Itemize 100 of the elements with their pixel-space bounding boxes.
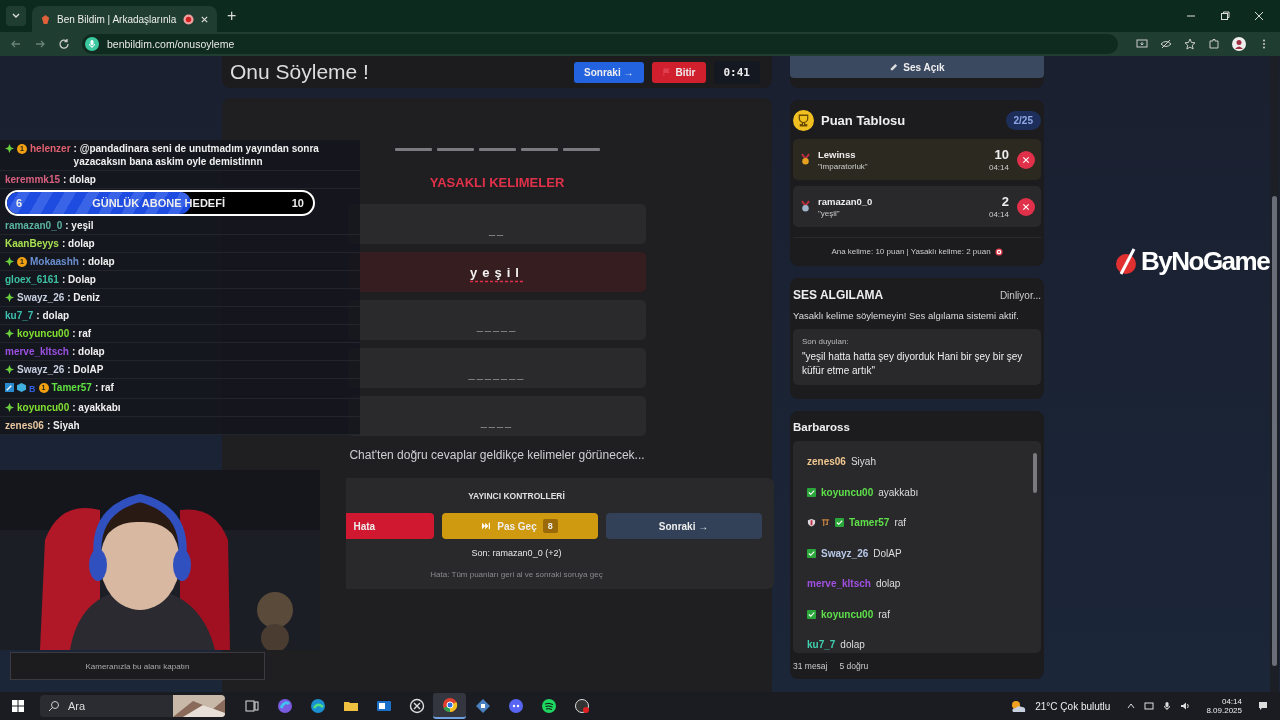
heard-label: Son duyulan: — [802, 337, 850, 346]
speaker-icon[interactable] — [1180, 701, 1191, 711]
chat-message: : yeşil — [65, 219, 95, 232]
finish-button[interactable]: Bitir — [651, 61, 706, 83]
address-field[interactable]: benbildim.com/onusoyleme — [82, 34, 1118, 54]
chat-username: KaanBeyys — [5, 237, 59, 250]
next-button[interactable]: Sonraki → — [605, 513, 762, 539]
chat-username: Swayz_26 — [17, 291, 65, 304]
skip-button[interactable]: Pas Geç 8 — [441, 513, 598, 539]
eye-off-icon[interactable] — [1160, 38, 1172, 50]
chat-username: merve_kltsch — [807, 578, 871, 589]
diamond-badge-icon — [5, 293, 14, 302]
cube-icon — [17, 383, 26, 392]
diamond-icon — [474, 698, 491, 714]
chat-message: : raf — [94, 381, 115, 394]
chat-message: dolap — [875, 578, 901, 589]
chat-message: : Dolap — [61, 273, 97, 286]
search-icon — [48, 700, 60, 712]
chat-message: : dolap — [36, 309, 71, 322]
chat-message: dolap — [840, 639, 865, 650]
sound-button[interactable]: Ses Açık — [790, 56, 1044, 78]
music-icon — [540, 698, 557, 714]
chat-username: helenzer — [30, 142, 71, 155]
start-icon[interactable] — [12, 700, 24, 712]
player-name: ramazan0_0 — [818, 195, 874, 207]
page-title: Onu Söyleme ! — [230, 60, 369, 84]
shield-icon — [807, 518, 816, 527]
clock-date: 8.09.2025 — [1206, 706, 1242, 715]
browser-tab[interactable]: Ben Bildim | Arkadaşlarınla — [32, 6, 217, 32]
goal-start: 6 — [16, 197, 23, 209]
controls-note: Hata: Tüm puanları geri al ve sonraki soruya geç — [430, 570, 603, 579]
diamond-badge-icon — [5, 257, 14, 266]
globe-icon — [309, 698, 326, 714]
player-name: Lewinss — [818, 148, 857, 160]
chat-username: zenes06 — [807, 456, 846, 467]
remove-button[interactable] — [1017, 197, 1035, 216]
time-text: 04:14 — [988, 210, 1009, 219]
favicon-icon — [40, 13, 51, 25]
time-text: 04:14 — [988, 163, 1009, 172]
goal-end: 10 — [291, 197, 304, 209]
last-score-text: Son: ramazan0_0 (+2) — [471, 548, 562, 558]
search-field[interactable]: Ara — [40, 695, 225, 717]
chevron-up-icon[interactable] — [1126, 701, 1137, 711]
chat-username: koyuncu00 — [821, 608, 874, 620]
next-button[interactable]: Sonraki → — [574, 61, 644, 83]
new-tab-button[interactable]: + — [223, 7, 241, 25]
profile-avatar[interactable] — [1232, 37, 1246, 51]
chat-username: merve_kltsch — [5, 345, 69, 358]
close-icon[interactable] — [200, 14, 209, 24]
chat-message: : DolAP — [67, 363, 105, 376]
points: 10 — [994, 147, 1009, 162]
chat-username: gloex_6161 — [5, 273, 59, 286]
correct-count: 5 doğru — [839, 661, 869, 671]
check-badge-icon — [807, 609, 816, 619]
page-scrollbar[interactable] — [1270, 56, 1279, 692]
taskbar-app[interactable] — [433, 693, 466, 719]
chat-message: raf — [894, 517, 907, 528]
controls-title: YAYINCI KONTROLLERİ — [468, 491, 565, 501]
close-icon[interactable] — [1254, 11, 1264, 21]
tab-menu-icon[interactable] — [6, 6, 26, 26]
remove-button[interactable] — [1017, 150, 1035, 169]
forward-icon[interactable] — [34, 38, 46, 50]
chat-message: : dolap — [61, 237, 96, 250]
clock-time: 04:14 — [1221, 697, 1242, 706]
chat-username: Mokaashh — [30, 255, 79, 268]
chat-username: Tamer57 — [849, 517, 890, 528]
chat-message: : Siyah — [46, 419, 81, 432]
tab-title: Ben Bildim | Arkadaşlarınla — [57, 13, 177, 25]
extensions-icon[interactable] — [1208, 38, 1220, 50]
chat-icon — [507, 698, 524, 714]
message-count: 31 mesaj — [793, 661, 828, 671]
forbidden-words-title: YASAKLI KELIMELER — [429, 175, 565, 190]
reload-icon[interactable] — [58, 38, 70, 50]
chat-username: ramazan0_0 — [5, 219, 63, 232]
timer: 0:41 — [713, 60, 760, 84]
weather-icon — [1009, 699, 1028, 713]
chat-username: koyuncu00 — [17, 327, 70, 340]
notification-icon[interactable] — [1258, 701, 1268, 711]
chat-username: zenes06 — [5, 419, 44, 432]
network-icon[interactable] — [1144, 701, 1155, 711]
chat-message: Siyah — [850, 456, 876, 467]
skip-icon — [481, 522, 492, 530]
status-text: Dinliyor... — [999, 289, 1041, 301]
task-view-icon — [243, 698, 260, 714]
chat-username: koyuncu00 — [17, 401, 70, 414]
target-icon — [994, 247, 1003, 256]
chat-message: ayakkabı — [878, 486, 919, 498]
diamond-badge-icon — [5, 329, 14, 338]
points: 2 — [1001, 194, 1009, 209]
restore-icon[interactable] — [1220, 11, 1230, 21]
check-badge-icon — [835, 518, 844, 527]
chat-username: Tamer57 — [51, 381, 92, 394]
error-button[interactable]: Hata — [345, 513, 434, 539]
chat-message: : dolap — [81, 255, 116, 268]
chat-username: ku7_7 — [807, 639, 836, 650]
back-icon[interactable] — [10, 38, 22, 50]
scoring-rules: Ana kelime: 10 puan | Yasaklı kelime: 2 puan — [831, 247, 991, 256]
install-icon[interactable] — [1136, 38, 1148, 50]
tool-icon — [5, 383, 14, 392]
star-icon[interactable] — [1184, 38, 1196, 50]
